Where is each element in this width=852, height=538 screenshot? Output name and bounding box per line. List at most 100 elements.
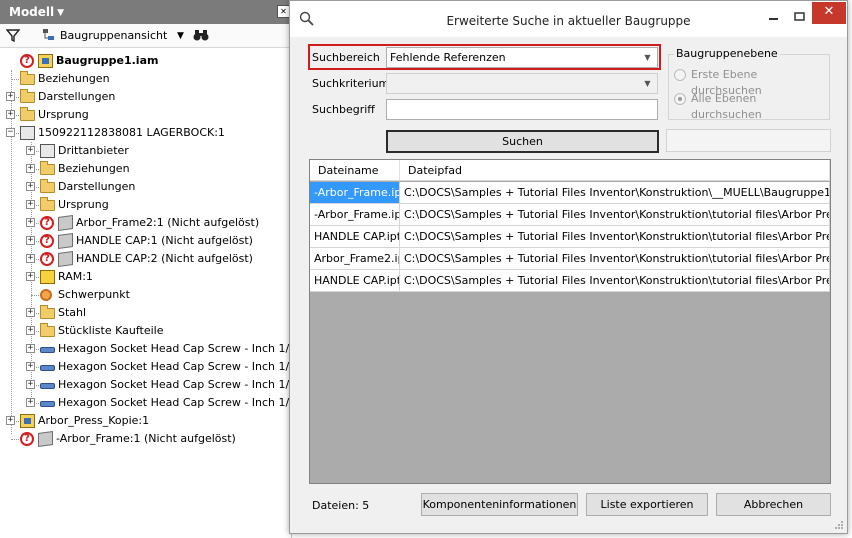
tree-node[interactable]: + Arbor_Press_Kopie:1 bbox=[0, 412, 290, 430]
tree-node-label: Darstellungen bbox=[58, 180, 136, 193]
criterion-select[interactable]: ▼ bbox=[386, 73, 658, 94]
close-icon: ✕ bbox=[823, 4, 835, 19]
dialog-title-bar[interactable]: Erweiterte Suche in aktueller Baugruppe … bbox=[290, 1, 847, 37]
filepath-cell[interactable]: C:\DOCS\Samples + Tutorial Files Invento… bbox=[400, 204, 830, 225]
tree-node[interactable]: + Ursprung bbox=[0, 106, 290, 124]
expand-icon[interactable]: + bbox=[26, 182, 35, 191]
cancel-button[interactable]: Abbrechen bbox=[716, 493, 831, 516]
missing-reference-icon: ? bbox=[20, 54, 34, 68]
expand-icon[interactable]: + bbox=[26, 272, 35, 281]
filename-cell[interactable]: HANDLE CAP.ipt bbox=[310, 226, 400, 247]
tree-node[interactable]: + RAM:1 bbox=[0, 268, 290, 286]
expand-icon[interactable]: + bbox=[26, 164, 35, 173]
criterion-label: Suchkriterium bbox=[312, 77, 390, 90]
radio-first-level[interactable]: Erste Ebene durchsuchen bbox=[674, 67, 824, 97]
filename-cell[interactable]: -Arbor_Frame.ipt bbox=[310, 204, 400, 225]
maximize-button[interactable] bbox=[787, 7, 812, 25]
view-mode-dropdown[interactable]: Baugruppenansicht bbox=[60, 28, 167, 44]
search-button[interactable]: Suchen bbox=[386, 130, 659, 153]
search-area-select[interactable]: Fehlende Referenzen ▼ bbox=[386, 47, 658, 68]
tree-node[interactable]: + Stückliste Kaufteile bbox=[0, 322, 290, 340]
tree-node[interactable]: Beziehungen bbox=[0, 70, 290, 88]
filename-cell[interactable]: -Arbor_Frame.ipt bbox=[310, 182, 400, 203]
expand-icon[interactable]: + bbox=[26, 362, 35, 371]
filename-cell[interactable]: Arbor_Frame2.ipt bbox=[310, 248, 400, 269]
tree-node[interactable]: + Beziehungen bbox=[0, 160, 290, 178]
screw-icon bbox=[40, 347, 55, 353]
tree-node[interactable]: + Hexagon Socket Head Cap Screw - Inch 1/… bbox=[0, 358, 314, 376]
table-row[interactable]: Arbor_Frame2.ipt C:\DOCS\Samples + Tutori… bbox=[310, 248, 830, 270]
secondary-disabled-button[interactable] bbox=[666, 129, 831, 152]
resize-grip-icon[interactable] bbox=[834, 520, 844, 530]
table-row[interactable]: -Arbor_Frame.ipt C:\DOCS\Samples + Tutori… bbox=[310, 182, 830, 204]
expand-icon[interactable]: + bbox=[26, 200, 35, 209]
expand-icon[interactable]: + bbox=[26, 326, 35, 335]
assembly-level-title: Baugruppenebene bbox=[674, 47, 780, 60]
tree-node-label: Hexagon Socket Head Cap Screw - Inch 1/4… bbox=[58, 360, 315, 373]
expand-icon[interactable]: + bbox=[6, 92, 15, 101]
filepath-cell[interactable]: C:\DOCS\Samples + Tutorial Files Invento… bbox=[400, 248, 830, 269]
tree-node-label: Stückliste Kaufteile bbox=[58, 324, 164, 337]
collapse-icon[interactable]: − bbox=[6, 128, 15, 137]
table-row[interactable]: HANDLE CAP.ipt C:\DOCS\Samples + Tutorial… bbox=[310, 226, 830, 248]
pattern-icon bbox=[20, 126, 35, 140]
tree-node-label: Baugruppe1.iam bbox=[56, 54, 159, 67]
tree-node[interactable]: + Ursprung bbox=[0, 196, 290, 214]
tree-node[interactable]: + Hexagon Socket Head Cap Screw - Inch 1/… bbox=[0, 394, 314, 412]
model-browser: Modell ▼ ✕ Baugruppenansicht ▼ ? Baugruppe… bbox=[0, 0, 314, 538]
term-label: Suchbegriff bbox=[312, 103, 375, 116]
tree-node[interactable]: + Darstellungen bbox=[0, 178, 290, 196]
advanced-search-dialog: Erweiterte Suche in aktueller Baugruppe … bbox=[289, 0, 848, 534]
term-input[interactable] bbox=[386, 99, 658, 120]
radio-all-levels-button[interactable] bbox=[674, 93, 686, 105]
tree-node[interactable]: − 150922112838081 LAGERBOCK:1 bbox=[0, 124, 290, 142]
tree-node[interactable]: + Drittanbieter bbox=[0, 142, 290, 160]
expand-icon[interactable]: + bbox=[26, 398, 35, 407]
chevron-down-icon[interactable]: ▼ bbox=[641, 48, 654, 67]
radio-all-levels[interactable]: Alle Ebenen durchsuchen bbox=[674, 91, 824, 121]
part-icon bbox=[58, 250, 73, 268]
browser-title-bar[interactable]: Modell ▼ ✕ bbox=[0, 0, 292, 24]
expand-icon[interactable]: + bbox=[26, 218, 35, 227]
close-button[interactable]: ✕ bbox=[812, 2, 846, 24]
tree-node[interactable]: +? Arbor_Frame2:1 (Nicht aufgelöst) bbox=[0, 214, 290, 232]
chevron-down-icon[interactable]: ▼ bbox=[641, 74, 654, 93]
radio-first-level-button[interactable] bbox=[674, 69, 686, 81]
tree-node[interactable]: ? -Arbor_Frame:1 (Nicht aufgelöst) bbox=[0, 430, 290, 448]
expand-icon[interactable]: + bbox=[6, 110, 15, 119]
tree-node-label: Beziehungen bbox=[58, 162, 130, 175]
tree-node[interactable]: Schwerpunkt bbox=[0, 286, 290, 304]
filename-cell[interactable]: HANDLE CAP.ipt bbox=[310, 270, 400, 291]
expand-icon[interactable]: + bbox=[26, 308, 35, 317]
filepath-cell[interactable]: C:\DOCS\Samples + Tutorial Files Invento… bbox=[400, 182, 830, 203]
component-info-button[interactable]: Komponenteninformationen bbox=[421, 493, 578, 516]
filepath-cell[interactable]: C:\DOCS\Samples + Tutorial Files Invento… bbox=[400, 226, 830, 247]
expand-icon[interactable]: + bbox=[26, 236, 35, 245]
export-list-button[interactable]: Liste exportieren bbox=[586, 493, 708, 516]
view-mode-chevron-icon[interactable]: ▼ bbox=[177, 28, 184, 44]
filepath-cell[interactable]: C:\DOCS\Samples + Tutorial Files Invento… bbox=[400, 270, 830, 291]
expand-icon[interactable]: + bbox=[26, 146, 35, 155]
column-header-filepath[interactable]: Dateipfad bbox=[400, 160, 830, 181]
tree-node[interactable]: + Stahl bbox=[0, 304, 290, 322]
tree-node[interactable]: +? HANDLE CAP:2 (Nicht aufgelöst) bbox=[0, 250, 290, 268]
part-yellow-icon bbox=[40, 270, 55, 284]
table-row[interactable]: HANDLE CAP.ipt C:\DOCS\Samples + Tutorial… bbox=[310, 270, 830, 292]
minimize-button[interactable] bbox=[761, 7, 786, 25]
chevron-down-icon[interactable]: ▼ bbox=[57, 1, 64, 25]
radio-all-levels-label: Alle Ebenen durchsuchen bbox=[691, 92, 762, 121]
filter-icon[interactable] bbox=[5, 28, 21, 44]
column-header-filename[interactable]: Dateiname bbox=[310, 160, 400, 181]
tree-node[interactable]: + Hexagon Socket Head Cap Screw - Inch 1/… bbox=[0, 376, 314, 394]
view-structure-icon[interactable] bbox=[42, 28, 56, 44]
tree-node[interactable]: ? Baugruppe1.iam bbox=[0, 52, 290, 70]
expand-icon[interactable]: + bbox=[6, 416, 15, 425]
tree-node[interactable]: +? HANDLE CAP:1 (Nicht aufgelöst) bbox=[0, 232, 290, 250]
binoculars-icon[interactable] bbox=[193, 28, 209, 44]
table-row[interactable]: -Arbor_Frame.ipt C:\DOCS\Samples + Tutori… bbox=[310, 204, 830, 226]
tree-node[interactable]: + Hexagon Socket Head Cap Screw - Inch 1/… bbox=[0, 340, 314, 358]
tree-node[interactable]: + Darstellungen bbox=[0, 88, 290, 106]
expand-icon[interactable]: + bbox=[26, 380, 35, 389]
expand-icon[interactable]: + bbox=[26, 344, 35, 353]
expand-icon[interactable]: + bbox=[26, 254, 35, 263]
